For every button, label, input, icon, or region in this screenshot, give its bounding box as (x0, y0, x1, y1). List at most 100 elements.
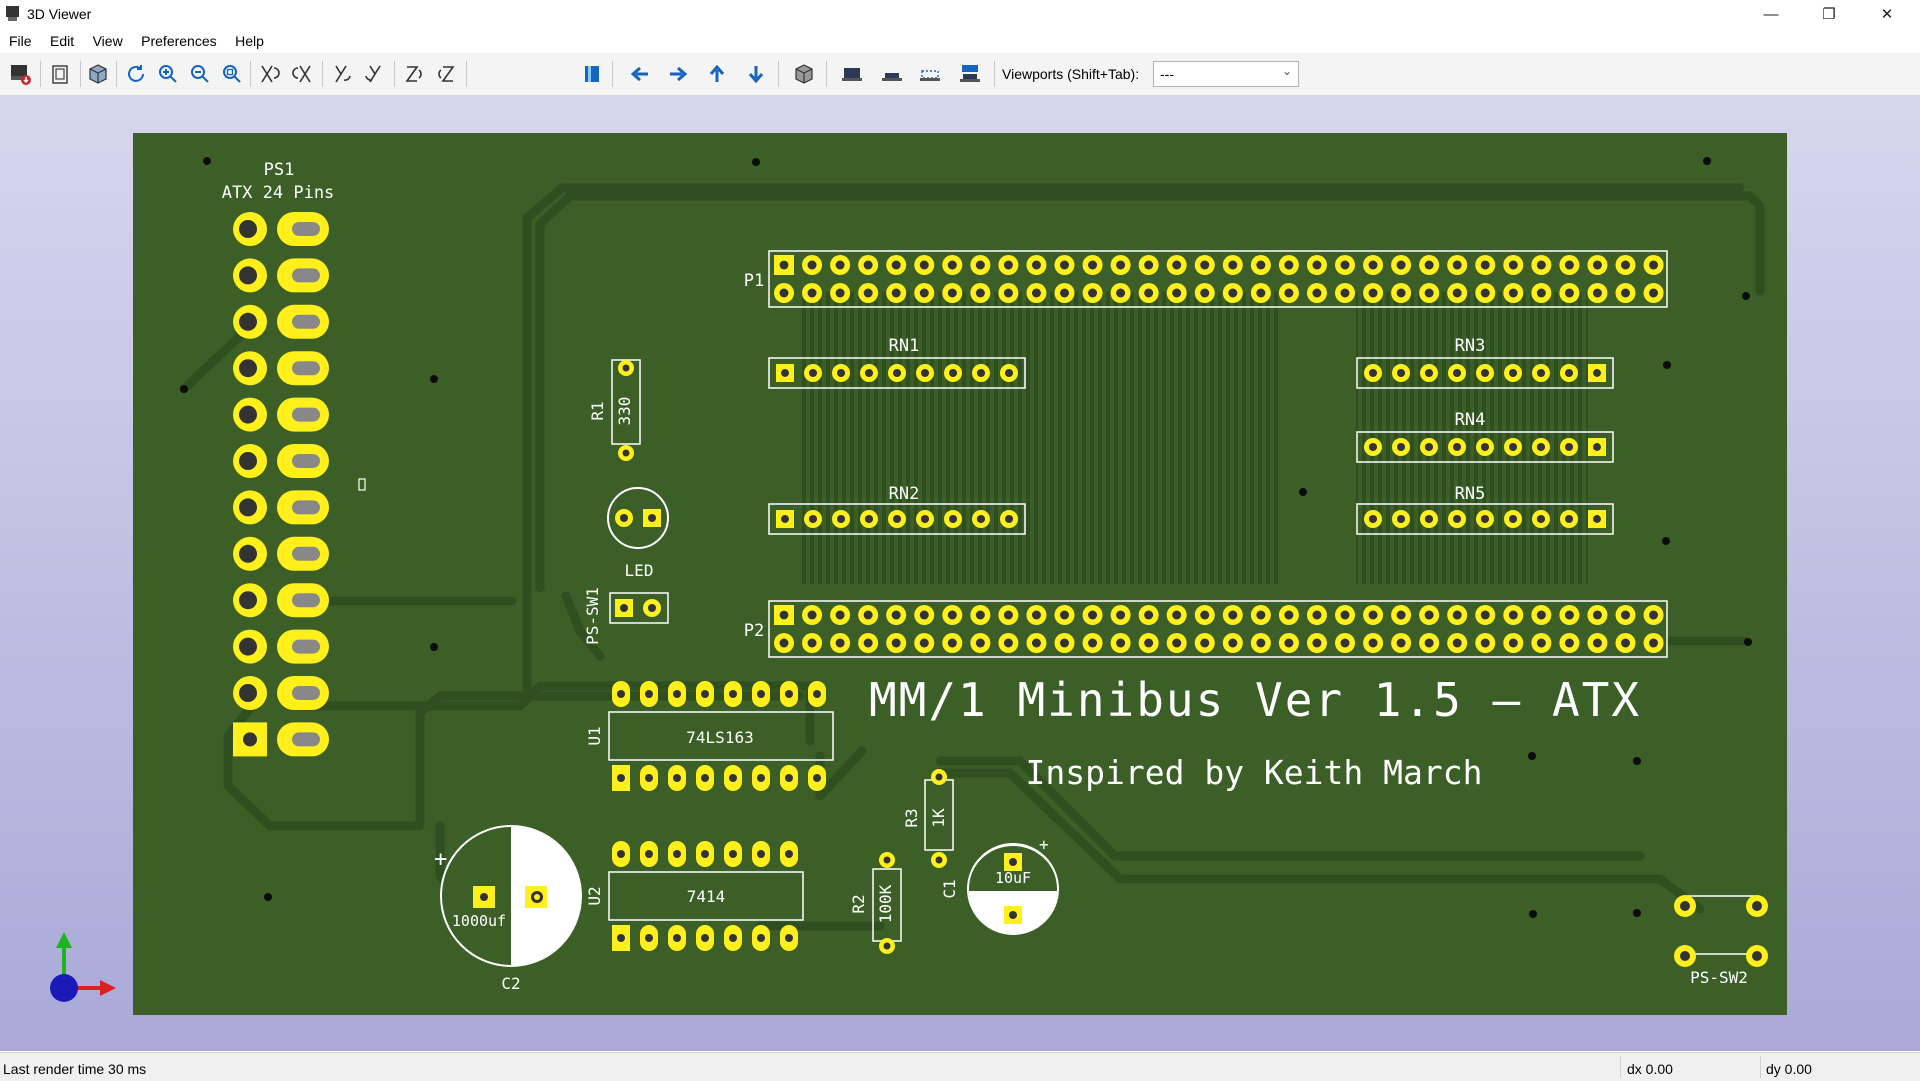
pan-left-button[interactable] (626, 61, 654, 87)
ortho-toggle-button[interactable] (790, 61, 818, 87)
rotate-y-ccw-icon (365, 65, 381, 83)
dx-status: dx 0.00 (1627, 1061, 1673, 1077)
smd-icon (882, 73, 902, 81)
menu-edit[interactable]: Edit (50, 29, 74, 49)
zoom-fit-icon (223, 65, 241, 83)
rn2-label: RN2 (889, 484, 920, 504)
led-label: LED (625, 561, 654, 580)
menu-help[interactable]: Help (235, 29, 264, 49)
ps1-desc-label: ATX 24 Pins (222, 183, 335, 203)
u2-value: 7414 (687, 887, 726, 906)
show-tht-button[interactable] (838, 61, 866, 87)
r3-label: R3 (902, 808, 921, 827)
zoom-in-icon (159, 65, 177, 83)
rotate-z-ccw-icon (438, 66, 455, 82)
rn5-label: RN5 (1455, 484, 1486, 504)
3d-viewport[interactable]: PS1 ATX 24 Pins P1 P2 RN1 RN2 RN3 RN4 RN… (0, 96, 1920, 1051)
status-bar: Last render time 30 ms dx 0.00 dy 0.00 (0, 1052, 1920, 1081)
zoom-out-icon (191, 65, 209, 83)
show-virtual-button[interactable] (916, 61, 944, 87)
board-title: MM/1 Minibus Ver 1.5 — ATX (869, 673, 1641, 727)
restore-button[interactable]: ❐ (1800, 0, 1858, 29)
r1-value: 330 (615, 397, 634, 426)
viewports-select[interactable]: --- ⌄ (1153, 61, 1299, 87)
export-image-icon (11, 65, 31, 85)
r2-value: 100K (876, 884, 895, 923)
rotate-z-cw-button[interactable] (400, 61, 428, 87)
axis-gizmo (50, 932, 116, 1002)
arrow-right-icon (670, 66, 688, 82)
box-icon (795, 64, 813, 84)
p1-label: P1 (744, 271, 764, 291)
title-bar: 3D Viewer — ❐ ✕ (0, 0, 1920, 29)
u2-label: U2 (585, 886, 604, 905)
view-3d-button[interactable] (84, 61, 112, 87)
menu-bar: File Edit View Preferences Help (0, 29, 1920, 53)
menu-preferences[interactable]: Preferences (141, 29, 216, 49)
zoom-out-button[interactable] (186, 61, 214, 87)
zoom-in-button[interactable] (154, 61, 182, 87)
show-not-in-pos-button[interactable] (956, 61, 984, 87)
c2-plus-mark: + (434, 847, 447, 872)
pcb-board-render: PS1 ATX 24 Pins P1 P2 RN1 RN2 RN3 RN4 RN… (50, 133, 1787, 1015)
rn3-label: RN3 (1455, 336, 1486, 356)
u1-label: U1 (585, 726, 604, 745)
rotate-y-cw-icon (335, 65, 351, 83)
app-icon (6, 6, 19, 21)
rotate-z-cw-icon (405, 66, 422, 82)
flip-board-button[interactable] (578, 61, 606, 87)
c1-plus-mark: + (1039, 835, 1049, 854)
bus-traces-left (800, 292, 1282, 584)
cube-icon (89, 64, 107, 84)
not-in-pos-icon (960, 65, 980, 82)
viewports-value: --- (1160, 66, 1174, 82)
tht-icon (842, 68, 862, 81)
virtual-icon (920, 70, 940, 81)
flip-board-icon (585, 66, 599, 82)
minimize-button[interactable]: — (1742, 0, 1800, 29)
c1-value: 10uF (995, 869, 1031, 887)
window-title: 3D Viewer (27, 6, 92, 22)
chevron-down-icon: ⌄ (1281, 64, 1292, 78)
rn4-label: RN4 (1455, 410, 1486, 430)
c2-value: 1000uf (452, 912, 506, 930)
arrow-left-icon (630, 66, 648, 82)
zoom-fit-button[interactable] (218, 61, 246, 87)
c2-label: C2 (501, 974, 520, 993)
r1-label: R1 (588, 401, 607, 420)
rotate-y-cw-button[interactable] (328, 61, 356, 87)
close-button[interactable]: ✕ (1858, 0, 1916, 29)
c1-label: C1 (940, 879, 959, 898)
rotate-z-ccw-button[interactable] (432, 61, 460, 87)
r2-label: R2 (849, 894, 868, 913)
rotate-x-ccw-button[interactable] (288, 61, 316, 87)
toolbar (0, 53, 1920, 96)
show-smd-button[interactable] (878, 61, 906, 87)
p2-label: P2 (744, 621, 764, 641)
rotate-y-ccw-button[interactable] (360, 61, 388, 87)
rotate-x-cw-icon (261, 65, 280, 83)
copy-clipboard-button[interactable] (46, 61, 74, 87)
pan-down-button[interactable] (742, 61, 770, 87)
u1-value: 74LS163 (686, 728, 753, 747)
board-subtitle: Inspired by Keith March (1026, 753, 1483, 792)
arrow-down-icon (748, 66, 764, 84)
rotate-x-cw-button[interactable] (256, 61, 284, 87)
rn1-label: RN1 (889, 336, 920, 356)
dy-status: dy 0.00 (1766, 1061, 1812, 1077)
reload-icon (128, 65, 144, 82)
export-image-button[interactable] (6, 61, 34, 87)
pan-right-button[interactable] (664, 61, 692, 87)
pan-up-button[interactable] (703, 61, 731, 87)
render-time-status: Last render time 30 ms (3, 1061, 147, 1077)
ps-sw2-label: PS-SW2 (1690, 968, 1748, 987)
r3-value: 1K (929, 808, 948, 828)
menu-file[interactable]: File (9, 29, 32, 49)
arrow-up-icon (709, 64, 725, 82)
viewports-label: Viewports (Shift+Tab): (1002, 66, 1140, 82)
reload-button[interactable] (122, 61, 150, 87)
rotate-x-ccw-icon (292, 65, 311, 83)
menu-view[interactable]: View (93, 29, 123, 49)
clipboard-icon (52, 65, 68, 84)
ps-sw1-label: PS-SW1 (583, 587, 602, 645)
